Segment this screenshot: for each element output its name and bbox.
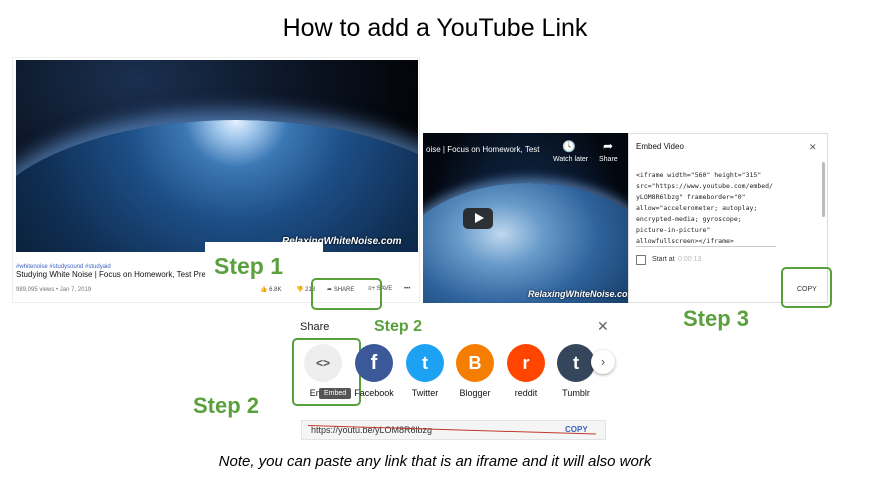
embed-code-textarea[interactable]: <iframe width="560" height="315" src="ht… (636, 170, 816, 247)
facebook-icon[interactable]: f (355, 344, 393, 382)
embed-code-line: yLOM8R6lbzg" frameborder="0" (636, 193, 746, 201)
embed-close-icon[interactable]: ✕ (809, 142, 817, 153)
watch-later-label[interactable]: Watch later (553, 156, 588, 163)
play-icon (475, 213, 484, 223)
thumbs-down-icon: 👎 (296, 287, 304, 293)
blogger-icon[interactable]: B (456, 344, 494, 382)
step1-label: Step 1 (214, 253, 284, 279)
thumbs-up-icon: 👍 (260, 287, 268, 293)
more-actions-button[interactable]: ••• (404, 286, 410, 292)
embed-code-scrollbar[interactable] (822, 162, 825, 217)
step2-label-left: Step 2 (193, 393, 260, 418)
share-highlight-box (311, 278, 382, 310)
twitter-icon[interactable]: t (406, 344, 444, 382)
embed-code-line: src="https://www.youtube.com/embed/ (636, 182, 773, 190)
video-title: Studying White Noise | Focus on Homework… (16, 270, 213, 279)
start-at-checkbox[interactable] (636, 255, 646, 265)
page-title: How to add a YouTube Link (282, 14, 588, 42)
step3-label: Step 3 (683, 306, 750, 331)
share-arrow-icon-2: ➦ (603, 139, 614, 153)
share-target-label: Tumblr (562, 388, 590, 398)
earth-image-2 (423, 183, 628, 303)
embed-code-line: encrypted-media; gyroscope; (636, 215, 742, 223)
video-watermark-2: RelaxingWhiteNoise.com (528, 289, 636, 299)
chevron-right-icon[interactable]: › (591, 350, 615, 374)
tumblr-icon[interactable]: t (557, 344, 595, 382)
clock-icon: 🕓 (562, 141, 576, 153)
footer-note: Note, you can paste any link that is an … (218, 453, 652, 470)
share-dialog-title: Share (300, 321, 330, 333)
start-at-time: 0:00:13 (678, 256, 702, 263)
copy-highlight-box (781, 267, 832, 308)
video-player-2[interactable] (423, 133, 628, 303)
earth-image (16, 120, 418, 252)
share-label-2[interactable]: Share (599, 156, 618, 163)
video-meta: 989,095 views • Jan 7, 2019 (16, 287, 92, 293)
divider (636, 246, 776, 247)
embed-code-line: picture-in-picture" (636, 226, 711, 234)
like-button[interactable]: 👍 6.8K (260, 286, 282, 293)
reddit-icon[interactable]: r (507, 344, 545, 382)
video-caption: oise | Focus on Homework, Test (426, 145, 540, 154)
video-player-1[interactable] (16, 60, 418, 252)
share-close-icon[interactable]: ✕ (597, 318, 609, 335)
start-at-label: Start at (652, 256, 675, 263)
embed-code-line: <iframe width="560" height="315" (636, 171, 762, 179)
embed-code-line: allow="accelerometer; autoplay; (636, 204, 758, 212)
embed-dialog-title: Embed Video (636, 142, 684, 151)
step2-label-top: Step 2 (374, 318, 423, 335)
like-count: 6.8K (269, 287, 282, 293)
